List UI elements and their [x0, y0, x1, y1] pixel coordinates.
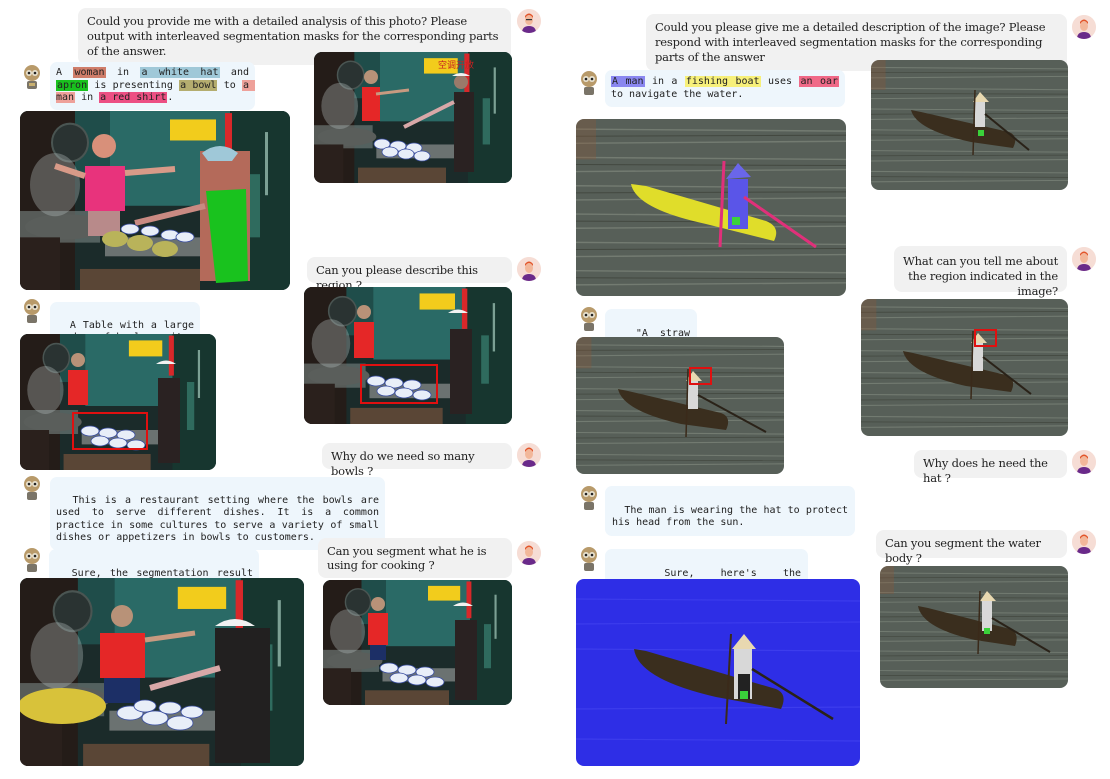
region-bounding-box: [72, 412, 148, 450]
segmented-image-water: [576, 579, 860, 766]
user-message-text: Why does he need the hat ?: [923, 456, 1048, 485]
user-avatar: [1072, 530, 1096, 554]
answer-text: is presenting: [88, 79, 180, 91]
segmented-image-boat: [576, 119, 846, 296]
kitchen-photo: [323, 580, 512, 705]
boat-photo: [871, 60, 1068, 190]
region-answer-image-boat: [576, 337, 784, 474]
robot-avatar-icon: [581, 71, 597, 95]
bot-message-text: This is a restaurant setting where the b…: [56, 494, 386, 544]
user-avatar: [1072, 450, 1096, 474]
water-mask-photo: [576, 579, 860, 766]
user-avatar: [1072, 15, 1096, 39]
bot-avatar: [578, 306, 600, 332]
kitchen-photo: 空调开放: [314, 52, 512, 183]
user-avatar-icon: [517, 443, 541, 467]
highlighted-phrase: an oar: [799, 76, 840, 87]
bot-avatar: [21, 547, 43, 573]
user-avatar: [1072, 247, 1096, 271]
region-answer-image-kitchen: [20, 334, 216, 470]
answer-text: .: [167, 92, 174, 103]
sign-text: 空调开放: [438, 59, 474, 71]
answer-text: uses: [760, 76, 800, 87]
bot-avatar: [578, 70, 600, 96]
user-message-text: What can you tell me about the region in…: [903, 254, 1058, 298]
region-bounding-box: [360, 364, 438, 404]
user-message-text: Can you segment the water body ?: [885, 536, 1041, 565]
user-avatar-icon: [1072, 15, 1096, 39]
bot-avatar: [21, 475, 43, 501]
highlighted-phrase: a bowl: [179, 79, 218, 91]
bot-message-text: The man is wearing the hat to protect hi…: [612, 504, 855, 529]
mask-red-shirt: [85, 166, 125, 211]
highlighted-phrase: apron: [56, 79, 89, 91]
user-avatar-icon: [1072, 530, 1096, 554]
bot-avatar: [21, 64, 43, 90]
user-avatar: [517, 9, 541, 33]
user-message-text: Can you segment what he is using for coo…: [327, 544, 487, 572]
bot-message-1: A man in a fishing boat uses an oar to n…: [605, 70, 845, 107]
user-message-4: Can you segment what he is using for coo…: [318, 538, 512, 578]
user-avatar: [517, 541, 541, 565]
region-query-image-boat: [861, 299, 1068, 436]
reference-image-kitchen: [323, 580, 512, 705]
robot-avatar-icon: [581, 486, 597, 510]
region-query-image-kitchen: [304, 287, 512, 424]
boat-mask-photo: [576, 119, 846, 296]
robot-avatar-icon: [24, 65, 40, 89]
user-avatar-icon: [517, 257, 541, 281]
highlighted-phrase: A man: [611, 76, 645, 87]
segmented-image-wok: [20, 578, 304, 766]
answer-text: A: [56, 67, 74, 78]
answer-text: in: [105, 67, 141, 78]
answer-text: in: [75, 92, 100, 103]
boat-photo: [861, 299, 1068, 436]
bot-avatar: [578, 546, 600, 572]
robot-avatar-icon: [581, 547, 597, 571]
kitchen-mask-photo: [20, 578, 304, 766]
user-message-3: Why does he need the hat ?: [914, 450, 1067, 485]
robot-avatar-icon: [24, 548, 40, 572]
mask-man: [92, 134, 116, 158]
user-avatar-icon: [1072, 247, 1096, 271]
bot-avatar: [21, 298, 43, 324]
user-message-3: Why do we need so many bowls ?: [322, 443, 512, 478]
region-bounding-box: [689, 367, 712, 385]
region-bounding-box: [974, 329, 997, 347]
bot-message-1: A woman in a white hat and apron is pres…: [50, 62, 256, 110]
robot-avatar-icon: [24, 299, 40, 323]
answer-text: and: [219, 67, 256, 78]
bot-message-3: The man is wearing the hat to protect hi…: [605, 486, 855, 536]
boat-photo: [880, 566, 1068, 688]
user-message-2: What can you tell me about the region in…: [894, 246, 1067, 298]
highlighted-phrase: woman: [73, 67, 106, 78]
segmented-image-kitchen: [20, 111, 290, 290]
bot-avatar: [578, 485, 600, 511]
mask-wok: [20, 688, 106, 724]
answer-text: to: [217, 79, 242, 91]
robot-avatar-icon: [581, 307, 597, 331]
user-message-4: Can you segment the water body ?: [876, 530, 1067, 565]
answer-text: in a: [644, 76, 685, 87]
user-avatar: [517, 443, 541, 467]
reference-image-kitchen: 空调开放: [314, 52, 512, 183]
user-message-2: Can you please describe this region ?: [307, 257, 512, 292]
robot-avatar-icon: [24, 476, 40, 500]
user-message-text: Could you please give me a detailed desc…: [655, 20, 1046, 64]
reference-image-boat: [880, 566, 1068, 688]
highlighted-phrase: a white hat: [140, 67, 220, 78]
boat-photo: [576, 337, 784, 474]
reference-image-boat: [871, 60, 1068, 190]
user-message-text: Why do we need so many bowls ?: [331, 449, 475, 478]
kitchen-mask-photo: [20, 111, 290, 290]
user-avatar-icon: [517, 541, 541, 565]
highlighted-phrase: fishing boat: [684, 76, 761, 87]
user-avatar-icon: [1072, 450, 1096, 474]
highlighted-phrase: a red shirt: [99, 92, 168, 103]
user-avatar: [517, 257, 541, 281]
user-avatar-icon: [517, 9, 541, 33]
